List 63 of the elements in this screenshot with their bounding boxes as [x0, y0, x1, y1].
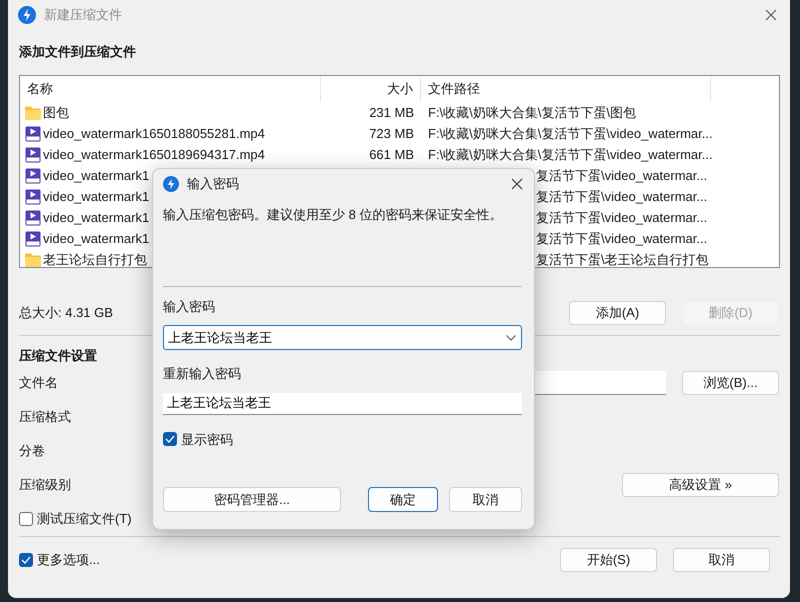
checkbox-label: 更多选项...: [37, 551, 100, 570]
folder-icon: [25, 106, 41, 120]
setting-label: 压缩级别: [19, 476, 71, 494]
video-file-icon: [25, 230, 41, 246]
checkbox-label: 显示密码: [181, 430, 233, 448]
repeat-password-field[interactable]: 上老王论坛当老王: [163, 392, 522, 414]
close-icon: [765, 9, 777, 21]
setting-label: 分卷: [19, 442, 45, 460]
column-header[interactable]: 名称: [20, 76, 321, 102]
folder-icon: [25, 252, 41, 266]
file-name: video_watermark1: [43, 208, 150, 227]
file-name: video_watermark1: [43, 230, 150, 248]
file-name: 老王论坛自行打包: [43, 250, 147, 267]
file-name: video_watermark1650188055281.mp4: [43, 124, 265, 143]
section-heading: 添加文件到压缩文件: [19, 43, 137, 61]
column-header[interactable]: 文件路径: [421, 76, 711, 102]
app-icon: [18, 6, 36, 24]
password-manager-button[interactable]: 密码管理器...: [163, 487, 341, 512]
total-size: 总大小: 4.31 GB: [19, 304, 113, 322]
file-path: F:\收藏\奶咪大合集\复活节下蛋\图包: [428, 104, 636, 120]
start-button[interactable]: 开始(S): [560, 548, 657, 572]
file-size: 661 MB: [369, 146, 414, 164]
checkbox[interactable]: [19, 553, 33, 567]
cancel-button[interactable]: 取消: [673, 548, 770, 572]
video-file-icon: [25, 126, 41, 142]
column-header[interactable]: 大小: [321, 76, 421, 102]
checkbox[interactable]: [163, 432, 177, 446]
dialog-title: 输入密码: [187, 175, 239, 194]
file-size: 231 MB: [369, 104, 414, 122]
file-name: video_watermark1: [43, 188, 150, 206]
file-name: 图包: [43, 104, 69, 122]
file-path: 复活节下蛋\video_watermar...: [536, 230, 708, 246]
video-file-icon: [25, 146, 41, 162]
file-path: F:\收藏\奶咪大合集\复活节下蛋\video_watermar...: [428, 146, 713, 162]
video-file-icon: [25, 188, 41, 204]
field-label: 重新输入密码: [163, 365, 242, 383]
file-path: 复活节下蛋\老王论坛自行打包: [536, 252, 709, 267]
advanced-settings-button[interactable]: 高级设置 »: [622, 473, 779, 497]
app-icon: [163, 176, 179, 192]
field-label: 输入密码: [163, 298, 216, 316]
cancel-button[interactable]: 取消: [449, 487, 522, 512]
file-size: 723 MB: [369, 124, 414, 143]
section-heading: 压缩文件设置: [19, 347, 98, 365]
file-path: 复活节下蛋\video_watermar...: [536, 188, 708, 204]
file-path: 复活节下蛋\video_watermar...: [536, 168, 708, 183]
video-file-icon: [25, 210, 41, 226]
dialog-description: 输入压缩包密码。建议使用至少 8 位的密码来保证安全性。: [163, 206, 504, 224]
setting-label: 文件名: [19, 374, 58, 392]
checkbox-label: 测试压缩文件(T): [37, 510, 132, 528]
file-path: F:\收藏\奶咪大合集\复活节下蛋\video_watermar...: [428, 126, 713, 141]
chevron-icon: [506, 335, 516, 341]
browse-button[interactable]: 浏览(B)...: [682, 371, 779, 395]
checkbox[interactable]: [19, 512, 33, 526]
file-name: video_watermark1650189694317.mp4: [43, 146, 265, 164]
file-path: 复活节下蛋\video_watermar...: [536, 210, 708, 225]
password-field[interactable]: 上老王论坛当老王: [163, 325, 522, 350]
file-name: video_watermark1: [43, 166, 150, 185]
ok-button[interactable]: 确定: [368, 487, 438, 512]
video-file-icon: [25, 168, 41, 184]
window-title: 新建压缩文件: [44, 6, 122, 24]
close-icon: [511, 178, 523, 190]
add-button[interactable]: 添加(A): [569, 301, 666, 325]
setting-label: 压缩格式: [19, 408, 71, 426]
